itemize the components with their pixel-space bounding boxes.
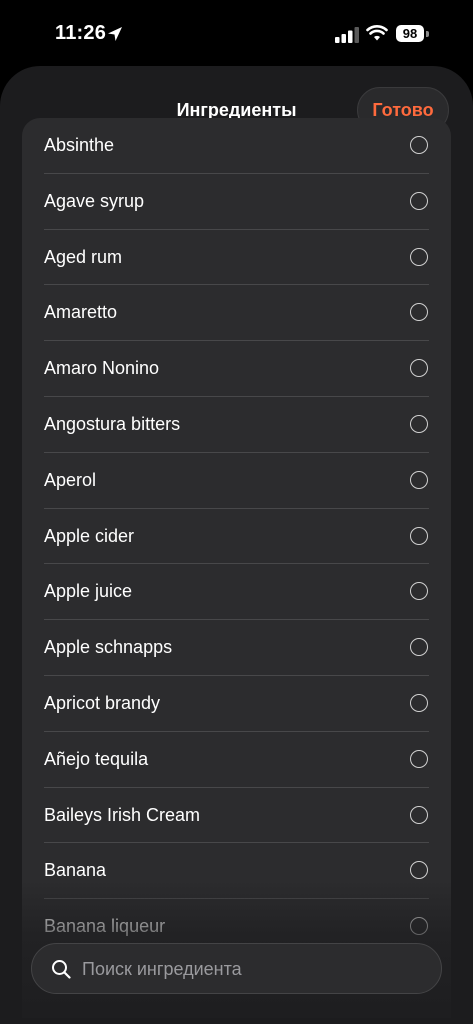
- search-icon: [52, 960, 71, 979]
- ingredient-label: Apricot brandy: [44, 692, 161, 713]
- radio-unchecked-icon[interactable]: [410, 470, 428, 489]
- radio-unchecked-icon[interactable]: [410, 861, 428, 880]
- ingredient-label: Apple schnapps: [44, 637, 173, 658]
- ingredient-row[interactable]: Apricot brandy: [22, 676, 451, 732]
- ingredient-row[interactable]: Aperol: [22, 453, 451, 509]
- ingredient-row[interactable]: Absinthe: [22, 118, 451, 174]
- ingredient-row[interactable]: Amaretto: [22, 285, 451, 342]
- ingredient-row[interactable]: Aged rum: [22, 230, 451, 286]
- ingredient-row[interactable]: Apple juice: [22, 564, 451, 621]
- status-bar: 11:26 98: [0, 0, 473, 68]
- cellular-signal-icon: [335, 27, 359, 43]
- radio-unchecked-icon[interactable]: [410, 136, 428, 154]
- status-time: 11:26: [55, 22, 107, 44]
- location-arrow-icon: [108, 27, 122, 41]
- radio-unchecked-icon[interactable]: [410, 749, 428, 768]
- radio-unchecked-icon[interactable]: [410, 805, 428, 824]
- ingredient-row[interactable]: Apple cider: [22, 509, 451, 565]
- radio-unchecked-icon[interactable]: [410, 414, 428, 433]
- ingredient-label: Apple juice: [44, 581, 133, 602]
- radio-unchecked-icon[interactable]: [410, 359, 428, 378]
- battery-icon: 98: [396, 25, 424, 42]
- ingredient-label: Agave syrup: [44, 190, 145, 211]
- wifi-icon: [366, 25, 388, 41]
- radio-unchecked-icon[interactable]: [410, 693, 428, 712]
- ingredient-label: Amaro Nonino: [44, 358, 160, 379]
- radio-unchecked-icon[interactable]: [410, 638, 428, 657]
- ingredient-label: Baileys Irish Cream: [44, 804, 201, 825]
- search-bar[interactable]: [31, 943, 442, 995]
- ingredient-label: Amaretto: [44, 302, 118, 323]
- radio-unchecked-icon[interactable]: [410, 191, 428, 210]
- ingredient-row[interactable]: Agave syrup: [22, 174, 451, 230]
- ingredient-label: Aged rum: [44, 246, 123, 267]
- ingredient-row[interactable]: Apple schnapps: [22, 620, 451, 676]
- ingredient-row[interactable]: Baileys Irish Cream: [22, 788, 451, 844]
- ingredient-label: Angostura bitters: [44, 413, 181, 434]
- ingredient-row[interactable]: Amaro Nonino: [22, 341, 451, 397]
- radio-unchecked-icon[interactable]: [410, 582, 428, 601]
- ingredient-label: Apple cider: [44, 525, 135, 546]
- battery-cap: [426, 31, 429, 37]
- radio-unchecked-icon[interactable]: [410, 247, 428, 266]
- ingredient-row[interactable]: Angostura bitters: [22, 397, 451, 453]
- ingredient-label: Aperol: [44, 469, 97, 490]
- ingredient-row[interactable]: Añejo tequila: [22, 732, 451, 788]
- ingredient-label: Añejo tequila: [44, 748, 149, 769]
- ingredient-label: Absinthe: [44, 135, 115, 155]
- radio-unchecked-icon[interactable]: [410, 526, 428, 545]
- search-input[interactable]: [80, 944, 424, 995]
- radio-unchecked-icon[interactable]: [410, 303, 428, 322]
